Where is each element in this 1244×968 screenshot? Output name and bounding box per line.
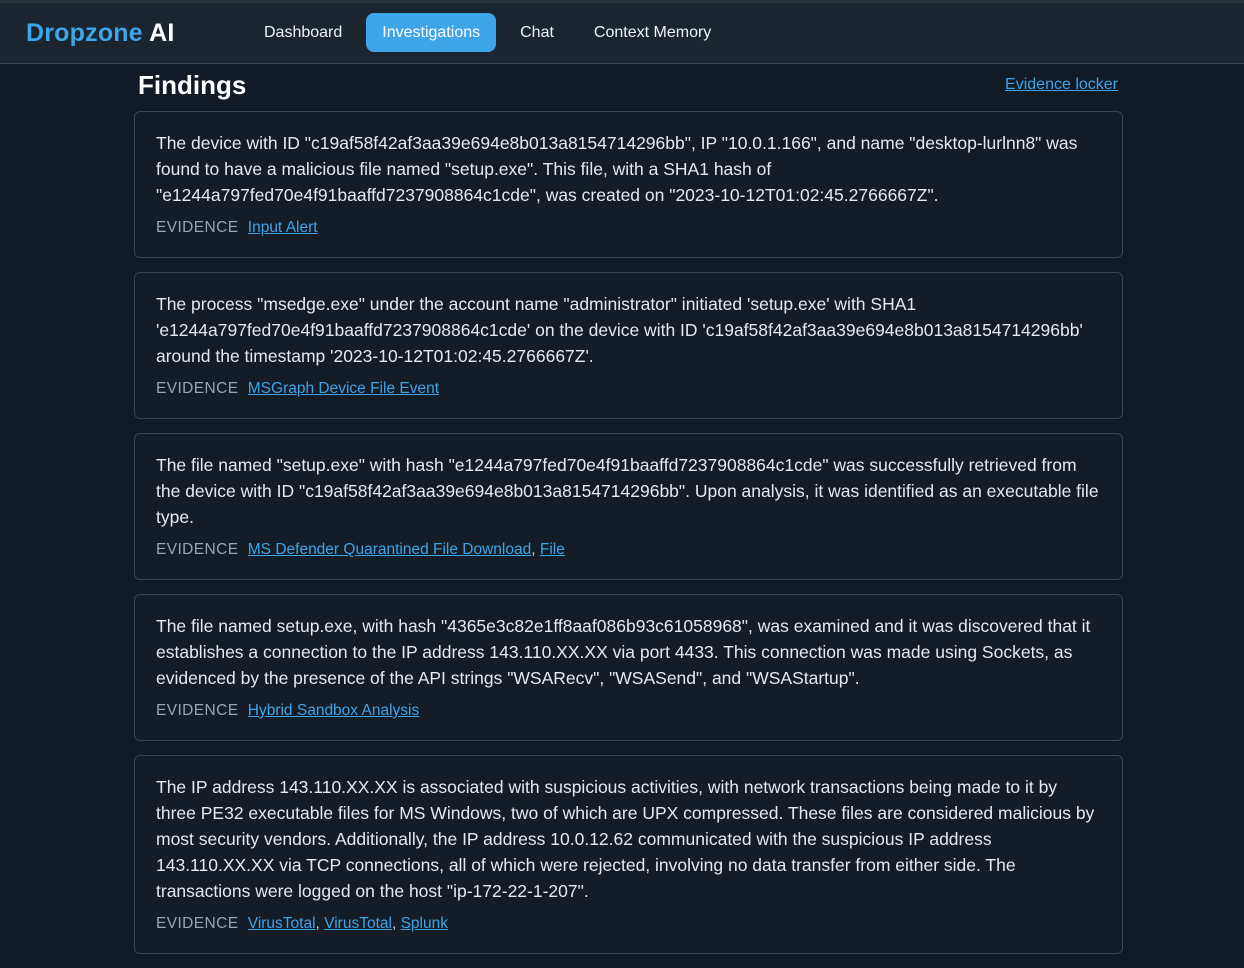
- finding-card: The process "msedge.exe" under the accou…: [134, 272, 1123, 419]
- app-logo[interactable]: Dropzone AI: [26, 19, 175, 48]
- evidence-link[interactable]: Input Alert: [248, 219, 318, 236]
- evidence-locker-link[interactable]: Evidence locker: [1005, 76, 1118, 94]
- findings-list: The device with ID "c19af58f42af3aa39e69…: [134, 111, 1123, 968]
- evidence-row: EVIDENCE MS Defender Quarantined File Do…: [156, 539, 1101, 561]
- top-navbar: Dropzone AI Dashboard Investigations Cha…: [0, 0, 1244, 64]
- evidence-link[interactable]: Hybrid Sandbox Analysis: [248, 702, 419, 719]
- logo-brand-text: Dropzone: [26, 19, 143, 47]
- evidence-link[interactable]: MSGraph Device File Event: [248, 380, 439, 397]
- main-nav: Dashboard Investigations Chat Context Me…: [248, 13, 735, 52]
- evidence-label: EVIDENCE: [156, 541, 239, 558]
- finding-text: The file named setup.exe, with hash "436…: [156, 616, 1091, 688]
- finding-text: The device with ID "c19af58f42af3aa39e69…: [156, 133, 1078, 205]
- evidence-row: EVIDENCE MSGraph Device File Event: [156, 378, 1101, 400]
- evidence-link[interactable]: File: [540, 541, 565, 558]
- evidence-link[interactable]: VirusTotal: [324, 915, 392, 932]
- nav-tab-investigations[interactable]: Investigations: [366, 13, 497, 52]
- evidence-label: EVIDENCE: [156, 219, 239, 236]
- finding-card: The file named setup.exe, with hash "436…: [134, 594, 1123, 741]
- evidence-label: EVIDENCE: [156, 915, 239, 932]
- nav-tab-dashboard[interactable]: Dashboard: [248, 13, 358, 52]
- evidence-link[interactable]: MS Defender Quarantined File Download: [248, 541, 531, 558]
- nav-tab-context-memory[interactable]: Context Memory: [578, 13, 727, 52]
- finding-text: The IP address 143.110.XX.XX is associat…: [156, 777, 1095, 901]
- evidence-row: EVIDENCE VirusTotal, VirusTotal, Splunk: [156, 913, 1101, 935]
- finding-text: The process "msedge.exe" under the accou…: [156, 294, 1083, 366]
- finding-text: The file named "setup.exe" with hash "e1…: [156, 455, 1099, 527]
- finding-card: The IP address 143.110.XX.XX is associat…: [134, 755, 1123, 954]
- finding-card: The device with ID "c19af58f42af3aa39e69…: [134, 111, 1123, 258]
- finding-card: The file named "setup.exe" with hash "e1…: [134, 433, 1123, 580]
- evidence-link[interactable]: Splunk: [401, 915, 448, 932]
- evidence-separator: ,: [531, 541, 540, 558]
- page-title: Findings: [138, 70, 247, 100]
- evidence-row: EVIDENCE Hybrid Sandbox Analysis: [156, 700, 1101, 722]
- nav-tab-chat[interactable]: Chat: [504, 13, 570, 52]
- evidence-row: EVIDENCE Input Alert: [156, 217, 1101, 239]
- evidence-link[interactable]: VirusTotal: [248, 915, 316, 932]
- evidence-separator: ,: [315, 915, 325, 932]
- evidence-separator: ,: [391, 915, 401, 932]
- evidence-label: EVIDENCE: [156, 380, 239, 397]
- logo-ai-text: AI: [149, 19, 175, 47]
- evidence-label: EVIDENCE: [156, 702, 239, 719]
